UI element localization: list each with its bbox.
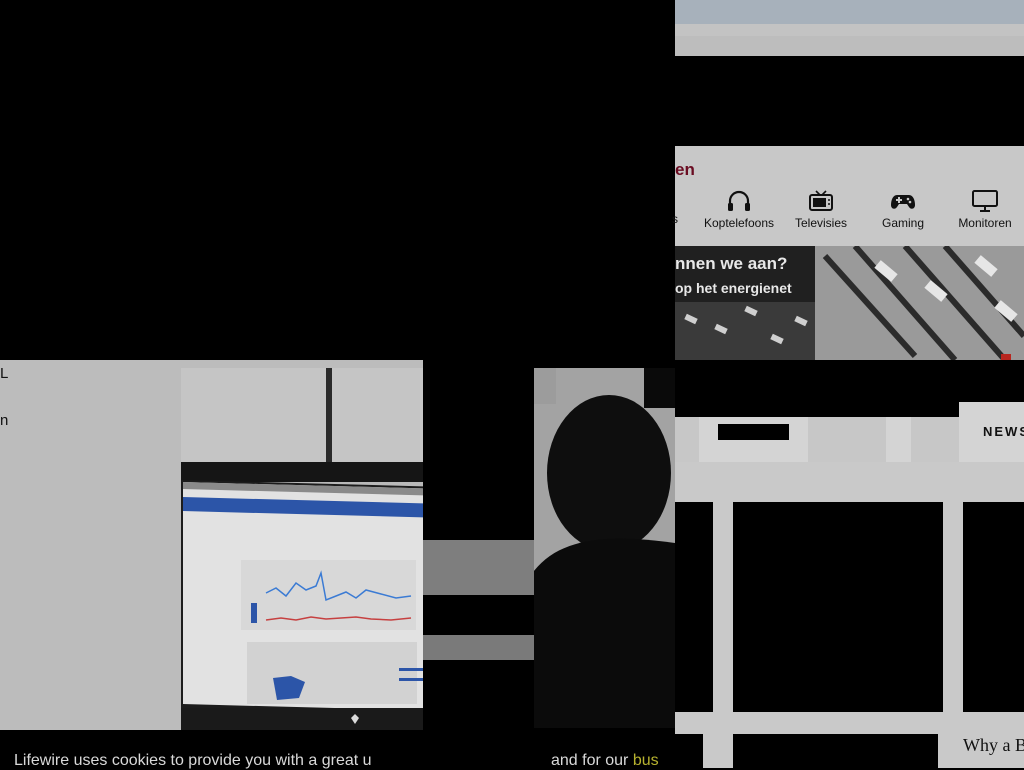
article-tile[interactable] xyxy=(733,502,943,712)
monitor-analytics-image xyxy=(181,368,423,730)
article-title[interactable]: Why a B xyxy=(963,735,1024,756)
cookie-policy-link[interactable]: bus xyxy=(633,752,659,769)
section-tab[interactable] xyxy=(699,417,808,462)
nav-item-label: Televisies xyxy=(794,216,848,230)
nav-item-partial[interactable]: s xyxy=(660,212,678,226)
hero-subtitle: op het energienet xyxy=(675,280,792,296)
cookie-banner-text: Lifewire uses cookies to provide you wit… xyxy=(14,752,372,769)
headphones-icon xyxy=(728,190,750,211)
hero-title: nnen we aan? xyxy=(675,254,788,273)
cookie-banner-text-tail: and for our bus xyxy=(551,752,659,770)
article-tile[interactable] xyxy=(733,734,938,768)
analytics-monitor-photo xyxy=(181,368,423,730)
person-pointing-image xyxy=(534,368,675,728)
article-tile[interactable] xyxy=(675,734,703,768)
section-tab-label-redacted xyxy=(718,424,789,440)
cookie-banner-text-fragment: and for our xyxy=(551,752,633,769)
nav-item-monitoren[interactable]: Monitoren xyxy=(944,190,1024,230)
nav-item-label: Gaming xyxy=(881,216,925,230)
nav-item-label: Koptelefoons xyxy=(703,216,775,230)
browser-tab-strip xyxy=(675,36,1024,56)
hero-caption: nnen we aan? op het energienet xyxy=(675,246,815,302)
nav-item-gaming[interactable]: Gaming xyxy=(862,190,944,230)
person-photo xyxy=(534,368,675,728)
section-tab[interactable] xyxy=(886,417,911,462)
nav-item-televisies[interactable]: Televisies xyxy=(780,190,862,230)
browser-toolbar xyxy=(675,24,1024,36)
person-photo-fragment xyxy=(423,635,534,660)
gamepad-icon xyxy=(891,195,915,209)
article-tile[interactable] xyxy=(963,502,1024,712)
hero-banner[interactable]: nnen we aan? op het energienet xyxy=(675,246,1024,360)
nav-title: en xyxy=(675,160,695,179)
nav-item-label: Monitoren xyxy=(958,216,1012,230)
monitor-icon xyxy=(972,190,998,212)
article-tile[interactable] xyxy=(675,502,713,712)
browser-title-bar xyxy=(675,0,1024,24)
person-photo-fragment xyxy=(423,540,534,595)
article-text-fragment: L xyxy=(0,365,9,382)
article-text-fragment: n xyxy=(0,412,9,429)
tv-icon xyxy=(809,190,833,211)
nav-item-koptelefoons[interactable]: Koptelefoons xyxy=(698,190,780,230)
section-tab-news-label: NEWS xyxy=(983,424,1024,439)
